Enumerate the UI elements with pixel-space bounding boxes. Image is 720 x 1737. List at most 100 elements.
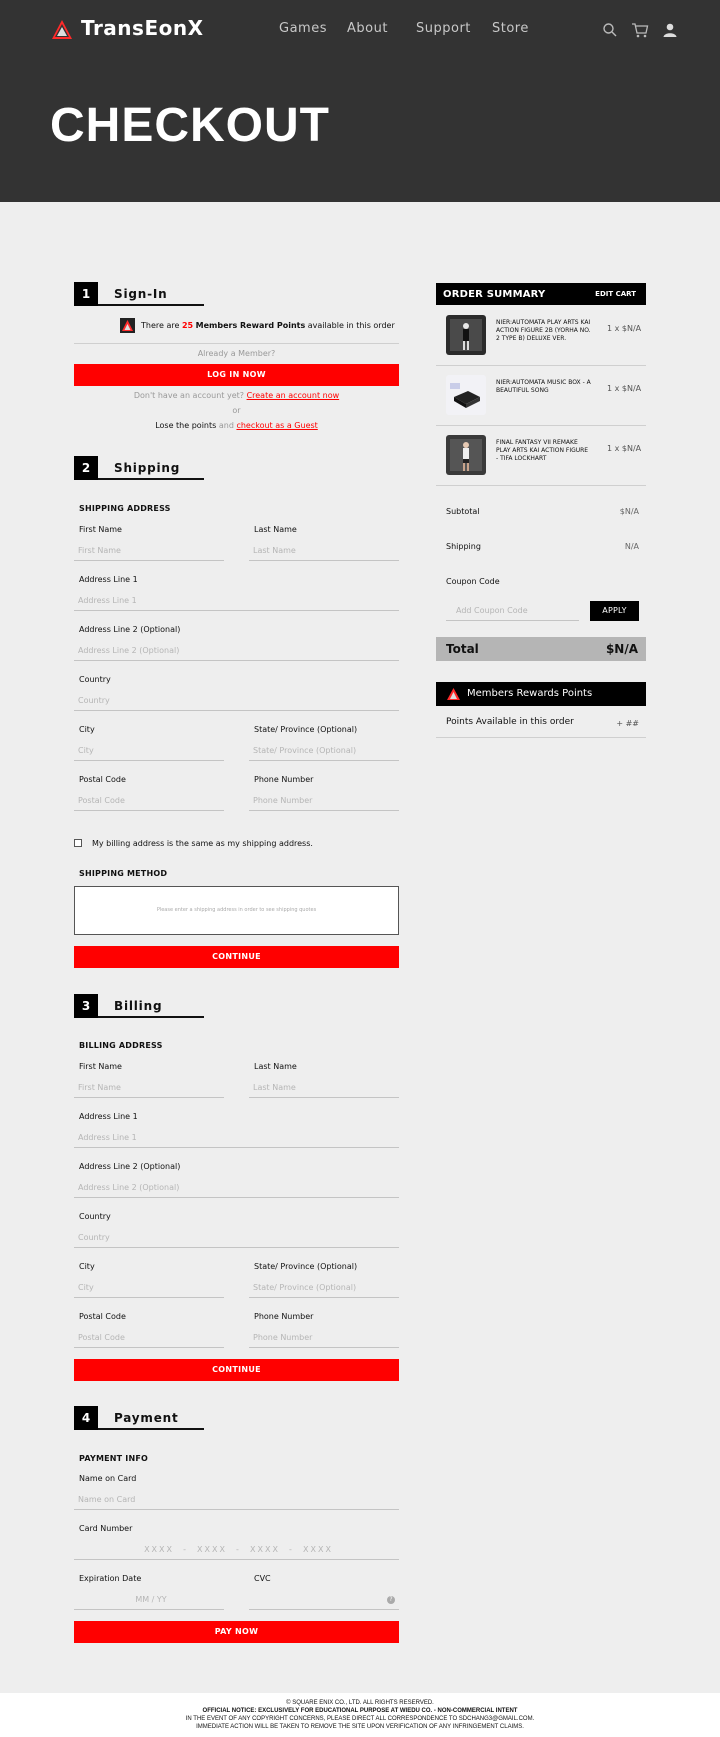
name-on-card-field[interactable]: Name on Card xyxy=(74,1490,399,1510)
subtotal-value: $N/A xyxy=(619,507,639,516)
nav-about[interactable]: About xyxy=(347,21,388,36)
divider xyxy=(436,425,646,426)
country-label: Country xyxy=(79,1212,111,1221)
already-member-text: Already a Member? xyxy=(197,349,276,358)
no-account-text: Don't have an account yet? xyxy=(133,391,245,400)
product-thumbnail[interactable] xyxy=(446,435,486,475)
step-number: 1 xyxy=(74,282,98,306)
product-qty-price: 1 x $N/A xyxy=(607,444,642,453)
product-qty-price: 1 x $N/A xyxy=(607,384,642,393)
cvc-help-icon[interactable]: ? xyxy=(387,1596,395,1604)
postal-label: Postal Code xyxy=(79,775,126,784)
product-name: NIER:AUTOMATA PLAY ARTS KAI ACTION FIGUR… xyxy=(496,319,591,342)
shipping-country-field[interactable]: Country xyxy=(74,691,399,711)
coupon-code-field[interactable]: Add Coupon Code xyxy=(446,601,579,621)
and-text: and xyxy=(218,421,234,430)
billing-address2-field[interactable]: Address Line 2 (Optional) xyxy=(74,1178,399,1198)
shipping-first-name-field[interactable]: First Name xyxy=(74,541,224,561)
billing-city-field[interactable]: City xyxy=(74,1278,224,1298)
billing-state-field[interactable]: State/ Province (Optional) xyxy=(249,1278,399,1298)
brand-name[interactable]: TransEonX xyxy=(81,16,204,40)
guest-line: Lose the points and checkout as a Guest xyxy=(74,421,399,430)
cvc-field[interactable]: ? xyxy=(249,1590,399,1610)
shipping-last-name-field[interactable]: Last Name xyxy=(249,541,399,561)
billing-address1-field[interactable]: Address Line 1 xyxy=(74,1128,399,1148)
first-name-label: First Name xyxy=(79,1062,122,1071)
cart-icon[interactable] xyxy=(631,21,649,39)
country-label: Country xyxy=(79,675,111,684)
create-account-link[interactable]: Create an account now xyxy=(247,391,340,400)
product-name: FINAL FANTASY VII REMAKE PLAY ARTS KAI A… xyxy=(496,439,589,462)
billing-same-label: My billing address is the same as my shi… xyxy=(92,839,313,848)
reward-logo-icon xyxy=(120,318,135,333)
official-notice: OFFICIAL NOTICE: EXCLUSIVELY FOR EDUCATI… xyxy=(202,1708,518,1714)
total-value: $N/A xyxy=(605,642,638,656)
product-name: NIER:AUTOMATA MUSIC BOX - A BEAUTIFUL SO… xyxy=(496,379,591,394)
shipping-postal-field[interactable]: Postal Code xyxy=(74,791,224,811)
billing-same-checkbox[interactable] xyxy=(74,839,82,847)
nav-games[interactable]: Games xyxy=(279,21,327,36)
shipping-address1-field[interactable]: Address Line 1 xyxy=(74,591,399,611)
card-number-label: Card Number xyxy=(79,1524,133,1533)
copyright-concerns: IN THE EVENT OF ANY COPYRIGHT CONCERNS, … xyxy=(185,1716,535,1722)
shipping-continue-button[interactable]: CONTINUE xyxy=(74,946,399,968)
subtotal-label: Subtotal xyxy=(446,507,480,516)
billing-country-field[interactable]: Country xyxy=(74,1228,399,1248)
nav-store[interactable]: Store xyxy=(492,21,529,36)
nav-support[interactable]: Support xyxy=(416,21,471,36)
points-available-value: + ## xyxy=(616,719,639,728)
user-icon[interactable] xyxy=(661,21,679,39)
city-label: City xyxy=(79,1262,95,1271)
rewards-title: Members Rewards Points xyxy=(467,688,593,699)
shipping-label: Shipping xyxy=(446,542,481,551)
order-summary-header: ORDER SUMMARY EDIT CART xyxy=(436,283,646,305)
phone-label: Phone Number xyxy=(254,1312,314,1321)
section-payment-heading: 4 Payment xyxy=(74,1406,204,1430)
order-summary-title: ORDER SUMMARY xyxy=(443,289,546,300)
divider xyxy=(74,343,399,344)
product-thumbnail[interactable] xyxy=(446,315,486,355)
search-icon[interactable] xyxy=(601,21,619,39)
address1-label: Address Line 1 xyxy=(79,575,138,584)
section-title: Payment xyxy=(114,1411,179,1425)
site-header: TransEonX Games About Support Store CHEC… xyxy=(0,0,720,202)
billing-last-name-field[interactable]: Last Name xyxy=(249,1078,399,1098)
reward-notice: There are 25 Members Reward Points avail… xyxy=(141,321,395,330)
apply-coupon-button[interactable]: APPLY xyxy=(590,601,639,621)
edit-cart-link[interactable]: EDIT CART xyxy=(595,290,636,298)
reward-logo-icon xyxy=(447,688,460,700)
product-thumbnail[interactable] xyxy=(446,375,486,415)
postal-label: Postal Code xyxy=(79,1312,126,1321)
section-billing-heading: 3 Billing xyxy=(74,994,204,1018)
billing-phone-field[interactable]: Phone Number xyxy=(249,1328,399,1348)
divider xyxy=(436,485,646,486)
section-title: Shipping xyxy=(114,461,181,475)
logo-icon[interactable] xyxy=(52,20,72,39)
name-on-card-label: Name on Card xyxy=(79,1474,137,1483)
coupon-label: Coupon Code xyxy=(446,577,500,586)
pay-now-button[interactable]: PAY NOW xyxy=(74,1621,399,1643)
last-name-label: Last Name xyxy=(254,525,297,534)
billing-address-heading: BILLING ADDRESS xyxy=(79,1041,163,1050)
expiration-label: Expiration Date xyxy=(79,1574,142,1583)
billing-postal-field[interactable]: Postal Code xyxy=(74,1328,224,1348)
or-text: or xyxy=(232,406,241,415)
shipping-phone-field[interactable]: Phone Number xyxy=(249,791,399,811)
rewards-header: Members Rewards Points xyxy=(436,682,646,706)
shipping-city-field[interactable]: City xyxy=(74,741,224,761)
shipping-address2-field[interactable]: Address Line 2 (Optional) xyxy=(74,641,399,661)
page-title: CHECKOUT xyxy=(50,99,330,152)
billing-first-name-field[interactable]: First Name xyxy=(74,1078,224,1098)
login-button[interactable]: LOG IN NOW xyxy=(74,364,399,386)
expiration-field[interactable]: MM / YY xyxy=(74,1590,224,1610)
billing-continue-button[interactable]: CONTINUE xyxy=(74,1359,399,1381)
address2-label: Address Line 2 (Optional) xyxy=(79,625,181,634)
card-number-field[interactable]: XXXX - XXXX - XXXX - XXXX xyxy=(74,1540,399,1560)
guest-checkout-link[interactable]: checkout as a Guest xyxy=(236,421,317,430)
site-footer: © SQUARE ENIX CO., LTD. ALL RIGHTS RESER… xyxy=(0,1693,720,1737)
shipping-method-box: Please enter a shipping address in order… xyxy=(74,886,399,935)
reward-prefix: There are xyxy=(141,321,180,330)
total-bar: Total $N/A xyxy=(436,637,646,661)
shipping-state-field[interactable]: State/ Province (Optional) xyxy=(249,741,399,761)
section-signin-heading: 1 Sign-In xyxy=(74,282,204,306)
